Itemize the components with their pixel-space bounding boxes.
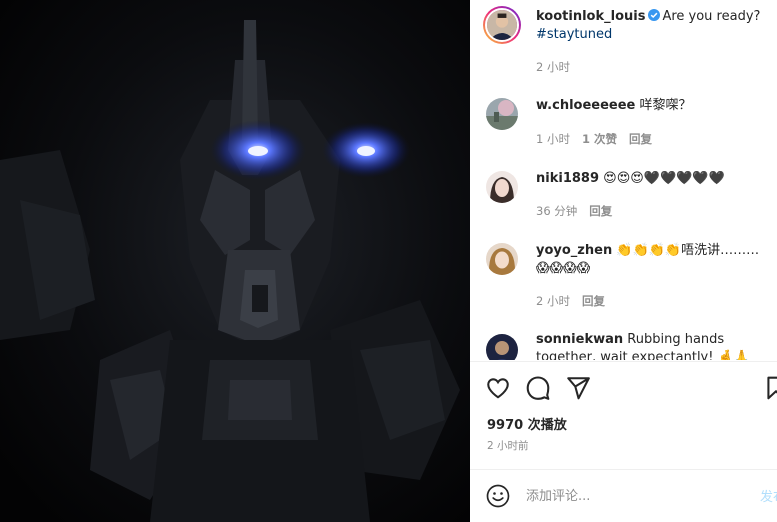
commenter-avatar[interactable] (486, 334, 518, 360)
share-button[interactable] (565, 375, 591, 401)
verified-badge-icon (648, 9, 661, 21)
emoji-button[interactable] (486, 484, 510, 508)
commenter-avatar[interactable] (486, 171, 518, 203)
comment: niki1889 😍😍😍🖤🖤🖤🖤🖤 (536, 170, 761, 188)
post-caption: kootinlok_louis Are you ready? #staytuned (536, 8, 761, 44)
commenter-avatar[interactable] (486, 243, 518, 275)
comment-username[interactable]: sonniekwan (536, 332, 623, 347)
reply-button[interactable]: 回复 (589, 204, 612, 218)
comment: sonniekwan Rubbing hands together, wait … (536, 331, 761, 360)
avatar-image (486, 98, 518, 130)
paper-plane-icon (567, 377, 590, 400)
view-count[interactable]: 9970 次播放 (487, 414, 567, 433)
comment-meta: 36 分钟 回复 (536, 204, 613, 218)
caption-text: Are you ready? (662, 9, 761, 24)
comment-username[interactable]: yoyo_zhen (536, 243, 612, 258)
commenter-avatar[interactable] (486, 98, 518, 130)
comment-meta: 1 小时 1 次赞 回复 (536, 132, 652, 146)
avatar-image (486, 243, 518, 275)
smiley-icon (486, 484, 510, 508)
save-button[interactable] (763, 375, 777, 401)
comment-meta: 2 小时 回复 (536, 294, 605, 308)
comment-username[interactable]: niki1889 (536, 171, 599, 186)
avatar-image (486, 334, 518, 360)
divider (470, 361, 777, 362)
comment-button[interactable] (525, 375, 551, 401)
comment-text: 😍😍😍🖤🖤🖤🖤🖤 (603, 171, 725, 186)
author-avatar-image (485, 8, 519, 42)
comment-input[interactable] (526, 486, 746, 506)
comments-scroll-area[interactable]: sonniekwan Rubbing hands together, wait … (470, 328, 777, 360)
post-time: 2 小时 (536, 60, 570, 74)
robot-scene-image (0, 0, 470, 522)
comment-text: 咩黎㗎？ (639, 98, 692, 113)
author-username[interactable]: kootinlok_louis (536, 9, 645, 24)
post-video[interactable] (0, 0, 470, 522)
divider (470, 469, 777, 470)
comment-username[interactable]: w.chloeeeeee (536, 98, 635, 113)
hashtag-link[interactable]: #staytuned (536, 27, 612, 42)
bookmark-icon (767, 376, 777, 400)
post-button[interactable]: 发布 (760, 486, 777, 505)
comment: yoyo_zhen 👏👏👏👏唔洗讲………😱😱😱😱 (536, 242, 761, 278)
heart-outline-icon (487, 378, 509, 399)
likes-count[interactable]: 1 次赞 (582, 132, 617, 146)
reply-button[interactable]: 回复 (629, 132, 652, 146)
posted-time: 2 小时前 (487, 440, 529, 452)
author-avatar[interactable] (483, 6, 521, 44)
comment-bubble-icon (526, 376, 550, 400)
reply-button[interactable]: 回复 (582, 294, 605, 308)
comment: w.chloeeeeee 咩黎㗎？ (536, 97, 761, 115)
avatar-image (486, 171, 518, 203)
like-button[interactable] (485, 375, 511, 401)
